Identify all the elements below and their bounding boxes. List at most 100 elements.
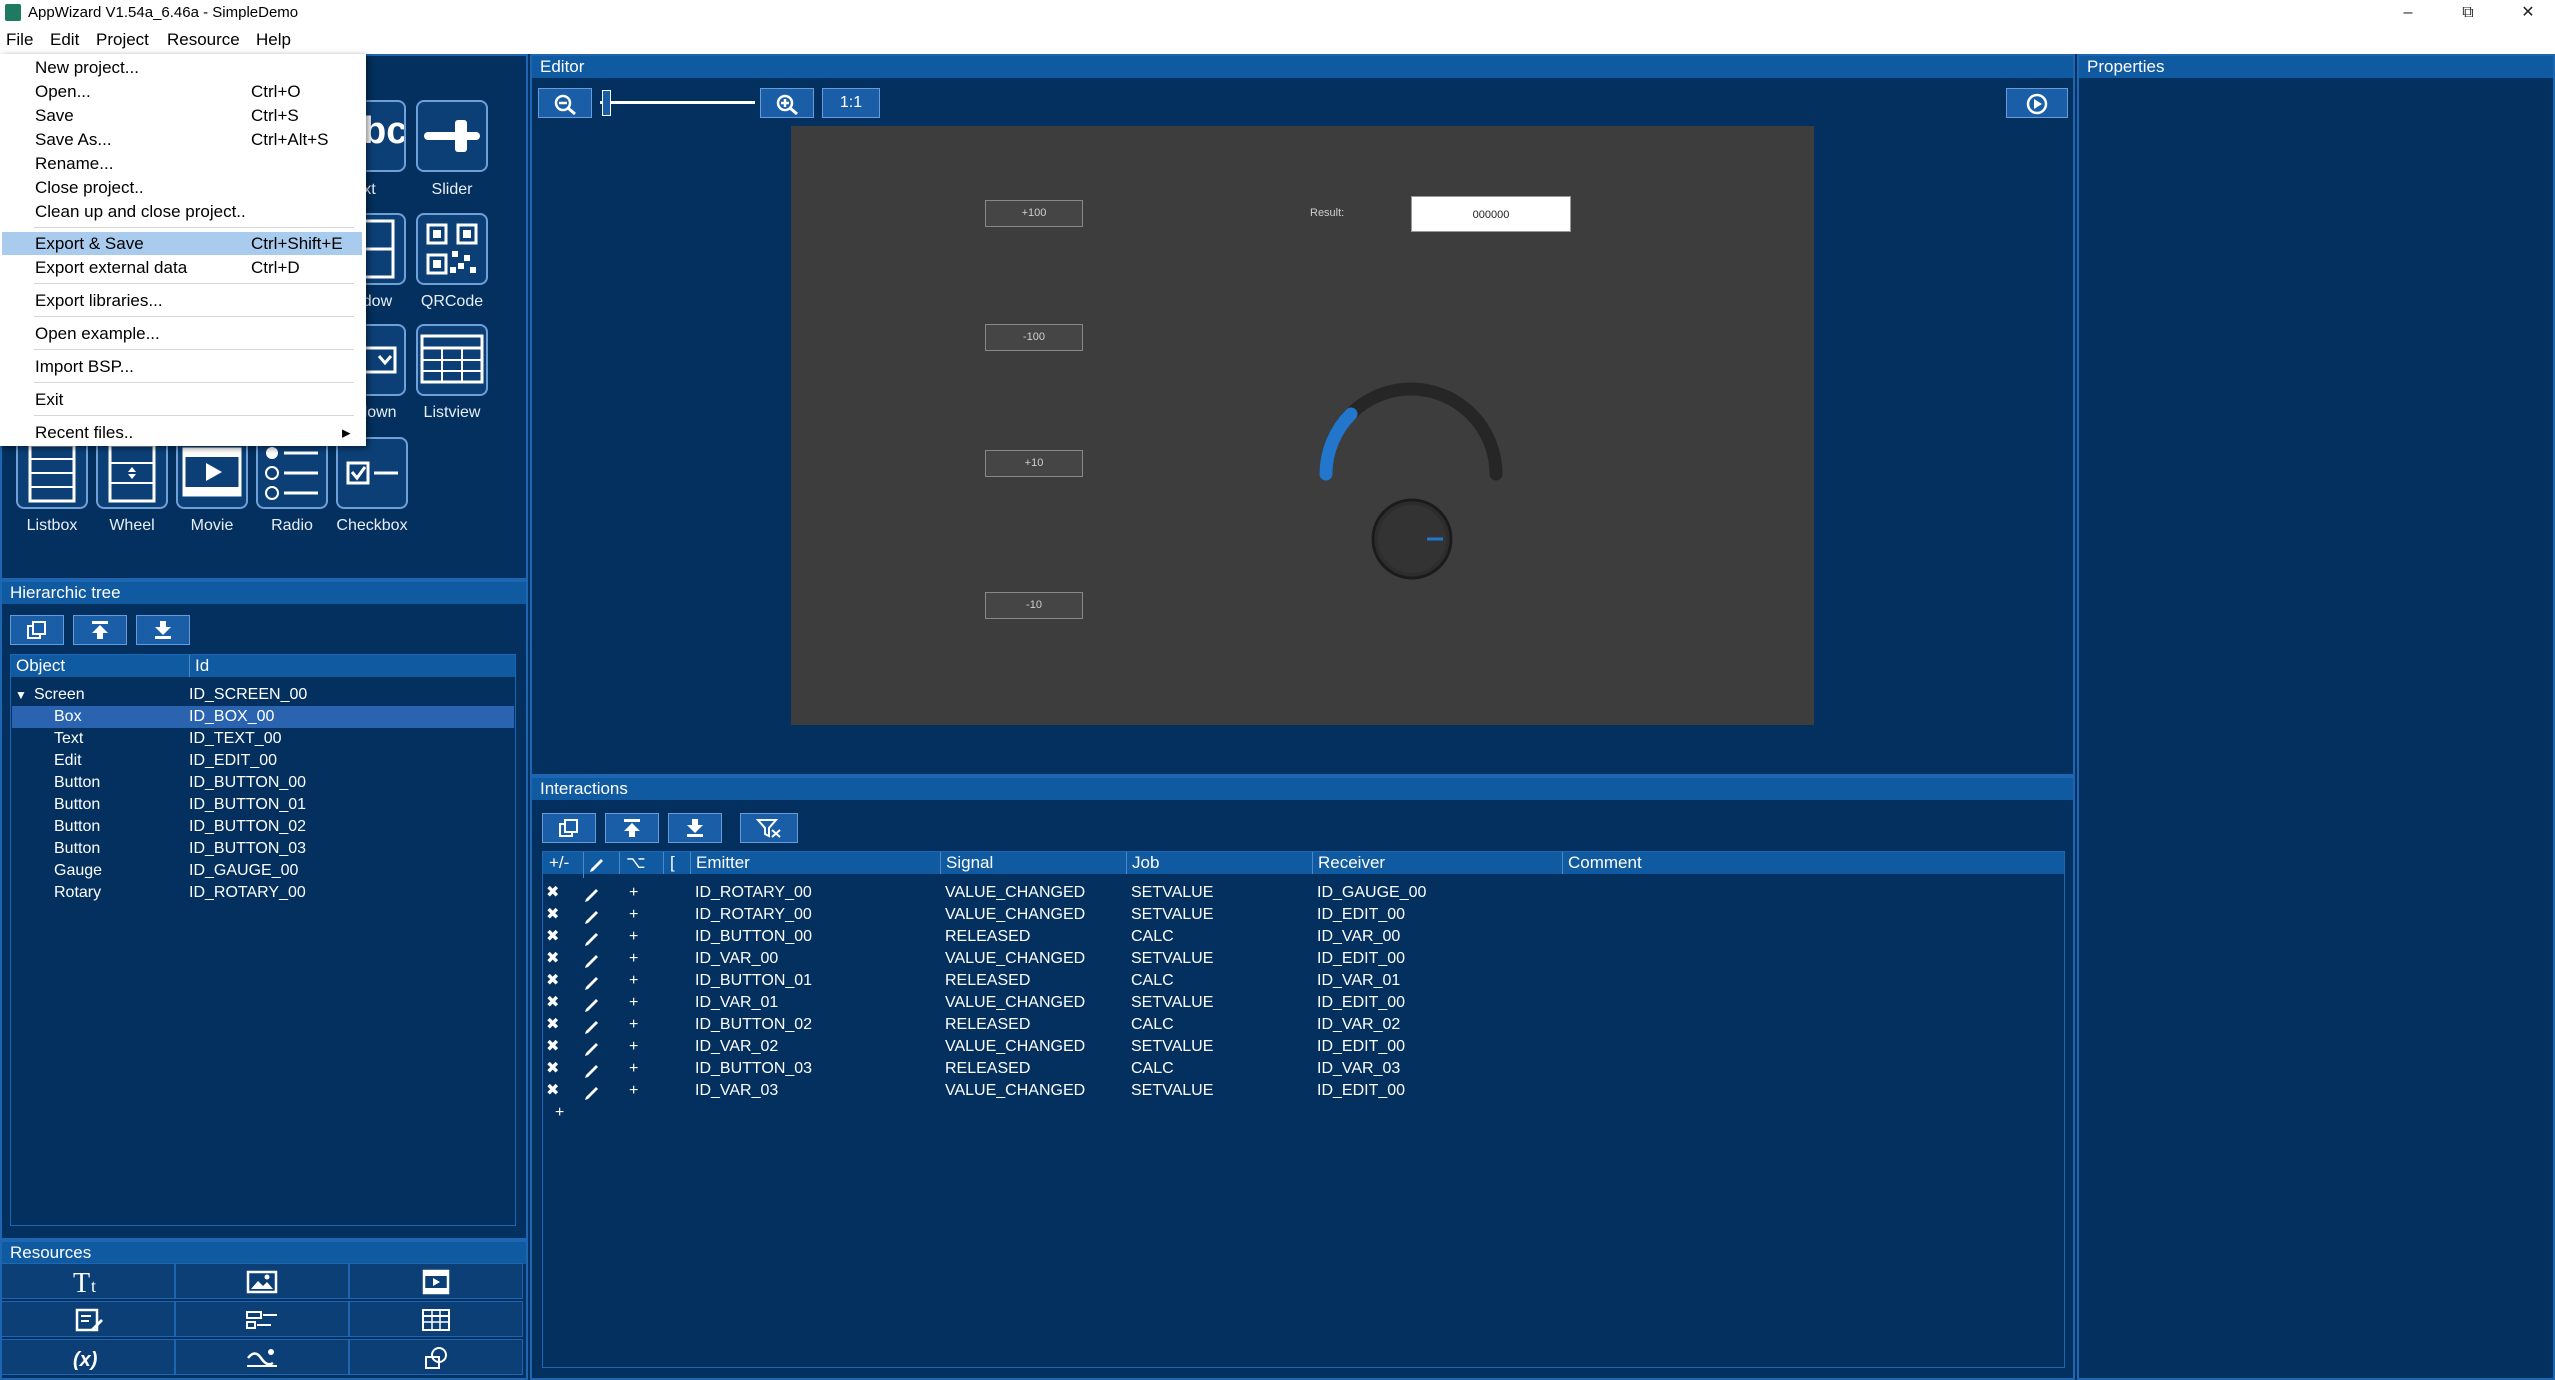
tree-duplicate-button[interactable] [10, 615, 64, 645]
interaction-row[interactable]: ✖ + ID_BUTTON_02 RELEASED CALC ID_VAR_02 [543, 1014, 2063, 1036]
delete-row-icon[interactable]: ✖ [546, 1036, 559, 1058]
menu-save-as[interactable]: Save As... Ctrl+Alt+S [2, 128, 362, 151]
delete-row-icon[interactable]: ✖ [546, 1058, 559, 1080]
menu-project[interactable]: Project [96, 30, 149, 50]
column-job[interactable]: Job [1126, 852, 1159, 874]
canvas-button-minus-100[interactable]: -100 [985, 324, 1083, 351]
interaction-row[interactable]: ✖ + ID_ROTARY_00 VALUE_CHANGED SETVALUE ID_GA… [543, 882, 2063, 904]
widget-radio-tile[interactable] [256, 437, 328, 509]
canvas-button-minus-10[interactable]: -10 [985, 592, 1083, 619]
column-emitter[interactable]: Emitter [690, 852, 750, 874]
menu-cleanup-close[interactable]: Clean up and close project.. [2, 200, 362, 223]
resource-fonts-button[interactable]: Tt [1, 1263, 175, 1299]
menu-rename[interactable]: Rename... [2, 152, 362, 175]
interaction-move-down-button[interactable] [668, 813, 722, 843]
editor-canvas[interactable]: +100 -100 +10 -10 Result: 000000 [791, 126, 1814, 725]
menu-open-example[interactable]: Open example... [2, 322, 362, 345]
menu-open[interactable]: Open... Ctrl+O [2, 80, 362, 103]
menu-export-libraries[interactable]: Export libraries... [2, 289, 362, 312]
column-edit[interactable] [583, 852, 618, 878]
interaction-row[interactable]: ✖ + ID_BUTTON_01 RELEASED CALC ID_VAR_01 [543, 970, 2063, 992]
interaction-move-up-button[interactable] [605, 813, 659, 843]
tree-row-screen[interactable]: ▼ Screen ID_SCREEN_00 [12, 684, 514, 706]
delete-row-icon[interactable]: ✖ [546, 948, 559, 970]
zoom-slider[interactable] [600, 90, 755, 116]
interaction-row[interactable]: ✖ + ID_VAR_00 VALUE_CHANGED SETVALUE ID_EDIT_… [543, 948, 2063, 970]
widget-qrcode-tile[interactable] [416, 213, 488, 285]
menu-save[interactable]: Save Ctrl+S [2, 104, 362, 127]
condition-toggle[interactable]: + [629, 1080, 638, 1102]
tree-row-edit[interactable]: Edit ID_EDIT_00 [12, 750, 514, 772]
menu-new-project[interactable]: New project... [2, 56, 362, 79]
close-button[interactable]: ✕ [2498, 0, 2555, 26]
widget-listbox-tile[interactable] [16, 437, 88, 509]
menu-exit[interactable]: Exit [2, 388, 362, 411]
column-object[interactable]: Object [16, 655, 65, 677]
widget-wheel-tile[interactable] [96, 437, 168, 509]
delete-row-icon[interactable]: ✖ [546, 992, 559, 1014]
widget-movie-tile[interactable] [176, 437, 248, 509]
resource-layout-button[interactable] [175, 1301, 349, 1337]
tree-row-gauge[interactable]: Gauge ID_GAUGE_00 [12, 860, 514, 882]
gauge[interactable] [1311, 376, 1511, 486]
interaction-filter-button[interactable] [740, 813, 798, 843]
condition-toggle[interactable]: + [629, 1014, 638, 1036]
condition-toggle[interactable]: + [629, 1036, 638, 1058]
zoom-slider-handle[interactable] [602, 90, 611, 116]
tree-row-box[interactable]: Box ID_BOX_00 [12, 706, 514, 728]
rotary-knob[interactable] [1369, 496, 1455, 582]
play-button[interactable] [2006, 88, 2068, 118]
zoom-out-button[interactable] [538, 88, 592, 118]
column-signal[interactable]: Signal [940, 852, 993, 874]
expand-icon[interactable]: ▼ [15, 684, 27, 706]
interaction-row[interactable]: ✖ + ID_BUTTON_00 RELEASED CALC ID_VAR_00 [543, 926, 2063, 948]
tree-row-button-02[interactable]: Button ID_BUTTON_02 [12, 816, 514, 838]
zoom-reset-button[interactable]: 1:1 [822, 88, 880, 118]
delete-row-icon[interactable]: ✖ [546, 1014, 559, 1036]
delete-row-icon[interactable]: ✖ [546, 904, 559, 926]
widget-slider-tile[interactable] [416, 100, 488, 172]
result-edit-field[interactable]: 000000 [1411, 196, 1571, 232]
tree-row-text[interactable]: Text ID_TEXT_00 [12, 728, 514, 750]
interaction-row[interactable]: ✖ + ID_VAR_01 VALUE_CHANGED SETVALUE ID_EDIT_… [543, 992, 2063, 1014]
widget-checkbox-tile[interactable] [336, 437, 408, 509]
column-comment[interactable]: Comment [1562, 852, 1642, 874]
column-receiver[interactable]: Receiver [1312, 852, 1385, 874]
menu-import-bsp[interactable]: Import BSP... [2, 355, 362, 378]
condition-toggle[interactable]: + [629, 992, 638, 1014]
interaction-row[interactable]: ✖ + ID_VAR_02 VALUE_CHANGED SETVALUE ID_EDIT_… [543, 1036, 2063, 1058]
minimize-button[interactable]: – [2378, 0, 2438, 26]
resource-table-button[interactable] [349, 1301, 523, 1337]
delete-row-icon[interactable]: ✖ [546, 926, 559, 948]
canvas-button-plus-100[interactable]: +100 [985, 200, 1083, 227]
tree-row-rotary[interactable]: Rotary ID_ROTARY_00 [12, 882, 514, 904]
menu-recent-files[interactable]: Recent files.. ▸ [2, 421, 362, 444]
resource-text-button[interactable] [1, 1301, 175, 1337]
tree-row-button-01[interactable]: Button ID_BUTTON_01 [12, 794, 514, 816]
condition-toggle[interactable]: + [629, 926, 638, 948]
menu-resource[interactable]: Resource [167, 30, 240, 50]
delete-row-icon[interactable]: ✖ [546, 882, 559, 904]
delete-row-icon[interactable]: ✖ [546, 1080, 559, 1102]
menu-edit[interactable]: Edit [50, 30, 79, 50]
resource-curves-button[interactable] [175, 1339, 349, 1375]
resource-images-button[interactable] [175, 1263, 349, 1299]
widget-listview-tile[interactable] [416, 324, 488, 396]
menu-close-project[interactable]: Close project.. [2, 176, 362, 199]
interaction-duplicate-button[interactable] [542, 813, 596, 843]
column-id[interactable]: Id [189, 655, 209, 677]
resource-shapes-button[interactable] [349, 1339, 523, 1375]
condition-toggle[interactable]: + [629, 882, 638, 904]
menu-help[interactable]: Help [256, 30, 291, 50]
interaction-row[interactable]: ✖ + ID_VAR_03 VALUE_CHANGED SETVALUE ID_EDIT_… [543, 1080, 2063, 1102]
add-interaction-button[interactable]: + [555, 1104, 564, 1122]
tree-row-button-03[interactable]: Button ID_BUTTON_03 [12, 838, 514, 860]
tree-row-button-00[interactable]: Button ID_BUTTON_00 [12, 772, 514, 794]
canvas-button-plus-10[interactable]: +10 [985, 450, 1083, 477]
menu-export-save[interactable]: Export & Save Ctrl+Shift+E [2, 232, 362, 255]
tree-move-up-button[interactable] [73, 615, 127, 645]
tree-move-down-button[interactable] [136, 615, 190, 645]
condition-toggle[interactable]: + [629, 970, 638, 992]
edit-row-icon[interactable] [583, 1080, 601, 1107]
column-add-remove[interactable]: +/- [549, 852, 569, 874]
